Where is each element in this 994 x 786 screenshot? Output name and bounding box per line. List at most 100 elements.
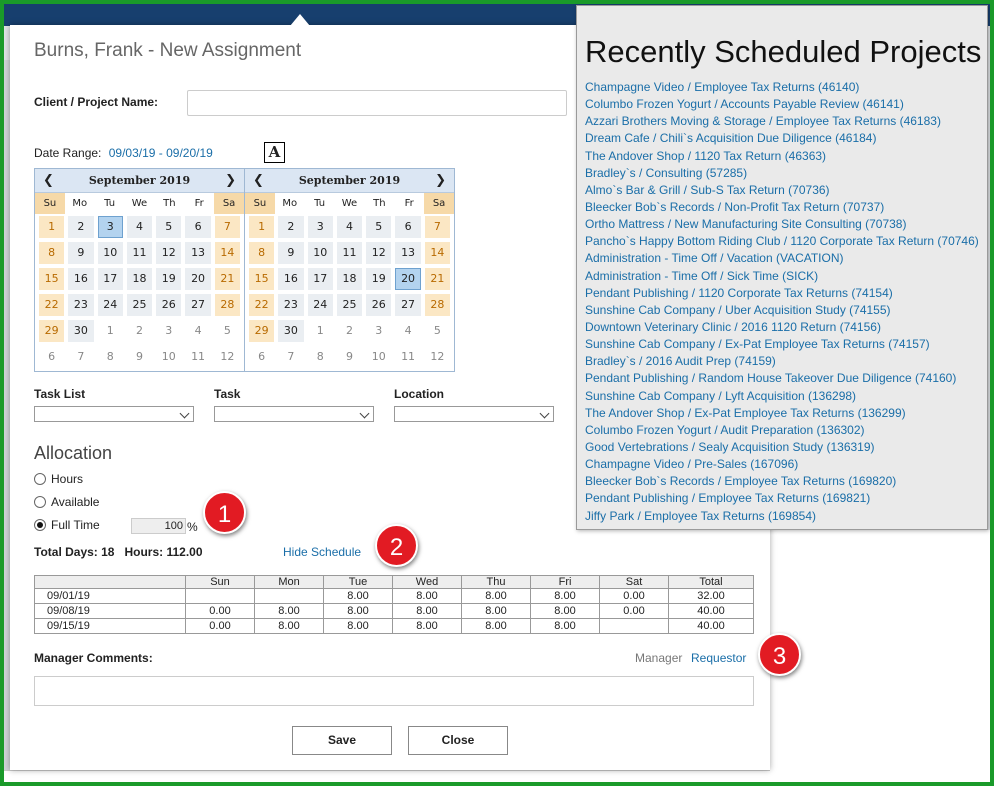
calendar-day[interactable]: 22: [39, 294, 65, 316]
calendar-day[interactable]: 13: [395, 242, 421, 264]
calendar-day[interactable]: 29: [249, 320, 275, 342]
recent-project-link[interactable]: Almo`s Bar & Grill / Sub-S Tax Return (7…: [585, 182, 987, 199]
recent-project-link[interactable]: Pancho`s Happy Bottom Riding Club / 1120…: [585, 233, 987, 250]
prev-month-icon[interactable]: ❮: [43, 169, 54, 193]
font-a-icon[interactable]: A: [264, 142, 285, 163]
calendar-day[interactable]: 6: [185, 216, 211, 238]
calendar-day[interactable]: 28: [424, 294, 450, 316]
calendar-day[interactable]: 9: [68, 242, 94, 264]
recent-project-link[interactable]: Bradley`s / 2016 Audit Prep (74159): [585, 353, 987, 370]
calendar-day[interactable]: 2: [68, 216, 94, 238]
calendar-day[interactable]: 8: [249, 242, 275, 264]
calendar-day[interactable]: 24: [307, 294, 333, 316]
calendar-day[interactable]: 5: [215, 320, 240, 342]
calendar-day[interactable]: 3: [307, 216, 333, 238]
calendar-day[interactable]: 2: [278, 216, 304, 238]
calendar-day[interactable]: 23: [68, 294, 94, 316]
calendar-day[interactable]: 6: [39, 346, 64, 368]
date-range-value[interactable]: 09/03/19 - 09/20/19: [109, 146, 213, 160]
calendar-day[interactable]: 1: [308, 320, 333, 342]
calendar-day[interactable]: 19: [156, 268, 182, 290]
calendar-day[interactable]: 5: [156, 216, 182, 238]
recent-project-link[interactable]: Pendant Publishing / Employee Tax Return…: [585, 490, 987, 507]
calendar-day[interactable]: 11: [336, 242, 363, 264]
recent-project-link[interactable]: Sunshine Cab Company / Lyft Acquisition …: [585, 388, 987, 405]
calendar-day[interactable]: 13: [185, 242, 211, 264]
manager-comments-textarea[interactable]: [34, 676, 754, 706]
calendar-day[interactable]: 16: [68, 268, 94, 290]
calendar-day[interactable]: 22: [249, 294, 275, 316]
calendar-day[interactable]: 10: [366, 346, 391, 368]
calendar-day[interactable]: 12: [215, 346, 240, 368]
tab-requestor[interactable]: Requestor: [691, 651, 746, 665]
recent-project-link[interactable]: Pendant Publishing / Random House Takeov…: [585, 370, 987, 387]
calendar-day[interactable]: 1: [98, 320, 123, 342]
calendar-day[interactable]: 3: [366, 320, 391, 342]
calendar-day[interactable]: 7: [68, 346, 93, 368]
calendar-day[interactable]: 5: [366, 216, 392, 238]
calendar-day[interactable]: 12: [366, 242, 392, 264]
radio-button[interactable]: [34, 496, 46, 508]
calendar-day[interactable]: 11: [185, 346, 210, 368]
calendar-day[interactable]: 17: [307, 268, 333, 290]
calendar-day[interactable]: 10: [97, 242, 123, 264]
recent-project-link[interactable]: Bleecker Bob`s Records / Employee Tax Re…: [585, 473, 987, 490]
location-select[interactable]: [394, 406, 554, 422]
calendar-day[interactable]: 17: [97, 268, 123, 290]
calendar-day[interactable]: 18: [126, 268, 153, 290]
calendar-day[interactable]: 14: [214, 242, 240, 264]
recent-project-link[interactable]: Dream Cafe / Chili`s Acquisition Due Dil…: [585, 130, 987, 147]
radio-button-selected[interactable]: [34, 519, 46, 531]
next-month-icon[interactable]: ❯: [435, 169, 446, 193]
recent-project-link[interactable]: The Andover Shop / 1120 Tax Return (4636…: [585, 148, 987, 165]
calendar-day[interactable]: 10: [307, 242, 333, 264]
calendar-day[interactable]: 7: [278, 346, 303, 368]
calendar-day[interactable]: 20: [185, 268, 211, 290]
recent-project-link[interactable]: Ortho Mattress / New Manufacturing Site …: [585, 216, 987, 233]
calendar-day[interactable]: 26: [366, 294, 392, 316]
calendar-day[interactable]: 3: [156, 320, 181, 342]
calendar-day[interactable]: 28: [214, 294, 240, 316]
calendar-day[interactable]: 5: [425, 320, 450, 342]
calendar-day[interactable]: 25: [126, 294, 153, 316]
next-month-icon[interactable]: ❯: [225, 169, 236, 193]
task-select[interactable]: [214, 406, 374, 422]
calendar-day[interactable]: 8: [98, 346, 123, 368]
calendar-day[interactable]: 9: [337, 346, 362, 368]
calendar-day[interactable]: 11: [395, 346, 420, 368]
recent-project-link[interactable]: Columbo Frozen Yogurt / Accounts Payable…: [585, 96, 987, 113]
calendar-day[interactable]: 24: [97, 294, 123, 316]
radio-hours[interactable]: Hours: [34, 472, 83, 486]
calendar-day[interactable]: 3: [97, 216, 123, 238]
recent-project-link[interactable]: Sunshine Cab Company / Uber Acquisition …: [585, 302, 987, 319]
calendar-day[interactable]: 8: [39, 242, 65, 264]
recent-project-link[interactable]: Azzari Brothers Moving & Storage / Emplo…: [585, 113, 987, 130]
calendar-day[interactable]: 23: [278, 294, 304, 316]
tab-manager[interactable]: Manager: [635, 651, 682, 665]
calendar-day[interactable]: 2: [127, 320, 152, 342]
calendar-day[interactable]: 15: [39, 268, 65, 290]
recent-project-link[interactable]: Bradley`s / Consulting (57285): [585, 165, 987, 182]
calendar-day[interactable]: 9: [278, 242, 304, 264]
recent-project-link[interactable]: The Andover Shop / Ex-Pat Employee Tax R…: [585, 405, 987, 422]
calendar-day[interactable]: 21: [214, 268, 240, 290]
hide-schedule-link[interactable]: Hide Schedule: [283, 545, 361, 559]
recent-project-link[interactable]: Bleecker Bob`s Records / Non-Profit Tax …: [585, 199, 987, 216]
radio-available[interactable]: Available: [34, 495, 99, 509]
calendar-day[interactable]: 8: [308, 346, 333, 368]
recent-project-link[interactable]: Pendant Publishing / 1120 Corporate Tax …: [585, 285, 987, 302]
calendar-day[interactable]: 6: [395, 216, 421, 238]
calendar-day[interactable]: 14: [424, 242, 450, 264]
close-button[interactable]: Close: [408, 726, 508, 755]
recent-project-link[interactable]: Good Vertebrations / Sealy Acquisition S…: [585, 439, 987, 456]
calendar-day[interactable]: 12: [156, 242, 182, 264]
calendar-day[interactable]: 12: [425, 346, 450, 368]
calendar-day[interactable]: 26: [156, 294, 182, 316]
calendar-day[interactable]: 16: [278, 268, 304, 290]
calendar-day[interactable]: 7: [424, 216, 450, 238]
calendar-day[interactable]: 1: [39, 216, 65, 238]
calendar-day[interactable]: 7: [214, 216, 240, 238]
calendar-day[interactable]: 20: [395, 268, 421, 290]
prev-month-icon[interactable]: ❮: [253, 169, 264, 193]
calendar-day[interactable]: 6: [249, 346, 274, 368]
